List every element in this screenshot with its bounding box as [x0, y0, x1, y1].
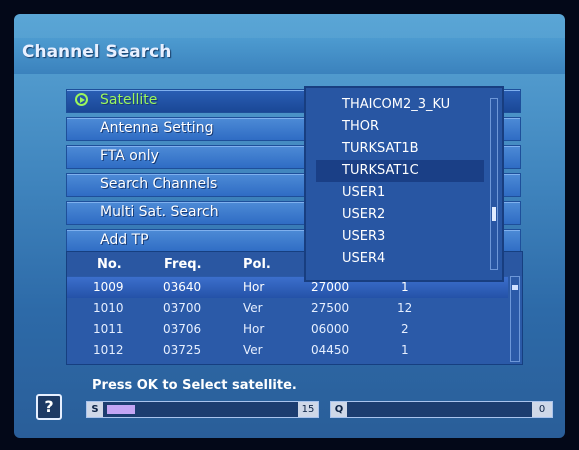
quality-label: Q	[331, 402, 347, 417]
column-header-pol: Pol.	[243, 257, 271, 272]
cell-no: 1011	[93, 322, 124, 336]
cell-symbol-rate: 06000	[311, 322, 350, 336]
signal-label: S	[87, 402, 103, 417]
menu-item-label: Add TP	[100, 232, 149, 248]
cell-no: 1012	[93, 343, 124, 357]
cell-no: 1010	[93, 301, 124, 315]
menu-item-label: Satellite	[100, 92, 158, 108]
satellite-option[interactable]: THOR	[316, 116, 484, 138]
cell-pol: Hor	[243, 322, 265, 336]
cell-channels: 1	[401, 343, 409, 357]
cell-freq: 03700	[163, 301, 202, 315]
cell-symbol-rate: 27000	[311, 280, 350, 294]
signal-value: 15	[298, 402, 318, 417]
cell-channels: 12	[397, 301, 413, 315]
satellite-option[interactable]: THAICOM2_3_KU	[316, 94, 484, 116]
cell-pol: Ver	[243, 343, 263, 357]
signal-fill	[107, 405, 135, 414]
satellite-option-list: THAICOM2_3_KU THOR TURKSAT1B TURKSAT1C U…	[316, 94, 484, 270]
table-row[interactable]: 1011 03706 Hor 06000 2	[67, 319, 508, 340]
satellite-option[interactable]: USER3	[316, 226, 484, 248]
cell-symbol-rate: 04450	[311, 343, 350, 357]
cell-freq: 03706	[163, 322, 202, 336]
menu-item-label: Antenna Setting	[100, 120, 214, 136]
cell-channels: 1	[401, 280, 409, 294]
status-message: Press OK to Select satellite.	[92, 378, 297, 393]
cell-symbol-rate: 27500	[311, 301, 350, 315]
cell-no: 1009	[93, 280, 124, 294]
channel-search-screen: Channel Search Satellite Antenna Setting…	[14, 14, 565, 438]
menu-item-label: FTA only	[100, 148, 159, 164]
title-bar: Channel Search	[14, 38, 565, 74]
cell-channels: 2	[401, 322, 409, 336]
cell-pol: Ver	[243, 301, 263, 315]
satellite-option-selected[interactable]: TURKSAT1C	[316, 160, 484, 182]
quality-value: 0	[532, 402, 552, 417]
table-row[interactable]: 1010 03700 Ver 27500 12	[67, 298, 508, 319]
cell-freq: 03725	[163, 343, 202, 357]
signal-strength-meter: S 15	[86, 401, 319, 418]
dropdown-scrollbar[interactable]	[490, 98, 498, 270]
menu-item-label: Multi Sat. Search	[100, 204, 219, 220]
satellite-dropdown[interactable]: THAICOM2_3_KU THOR TURKSAT1B TURKSAT1C U…	[304, 86, 504, 282]
satellite-option[interactable]: TURKSAT1B	[316, 138, 484, 160]
table-scrollbar-thumb[interactable]	[512, 285, 518, 290]
satellite-option[interactable]: USER2	[316, 204, 484, 226]
page-title: Channel Search	[22, 42, 172, 62]
dropdown-scrollbar-thumb[interactable]	[492, 207, 496, 221]
status-footer: ? Press OK to Select satellite. S 15 Q 0	[14, 374, 565, 438]
cell-pol: Hor	[243, 280, 265, 294]
menu-item-label: Search Channels	[100, 176, 218, 192]
table-row[interactable]: 1012 03725 Ver 04450 1	[67, 340, 508, 361]
column-header-freq: Freq.	[164, 257, 202, 272]
table-scrollbar[interactable]	[510, 276, 520, 362]
satellite-option[interactable]: USER1	[316, 182, 484, 204]
cell-freq: 03640	[163, 280, 202, 294]
column-header-no: No.	[97, 257, 122, 272]
help-question-icon: ?	[36, 394, 62, 420]
satellite-option[interactable]: USER4	[316, 248, 484, 270]
play-circle-icon	[75, 93, 88, 106]
signal-quality-meter: Q 0	[330, 401, 553, 418]
